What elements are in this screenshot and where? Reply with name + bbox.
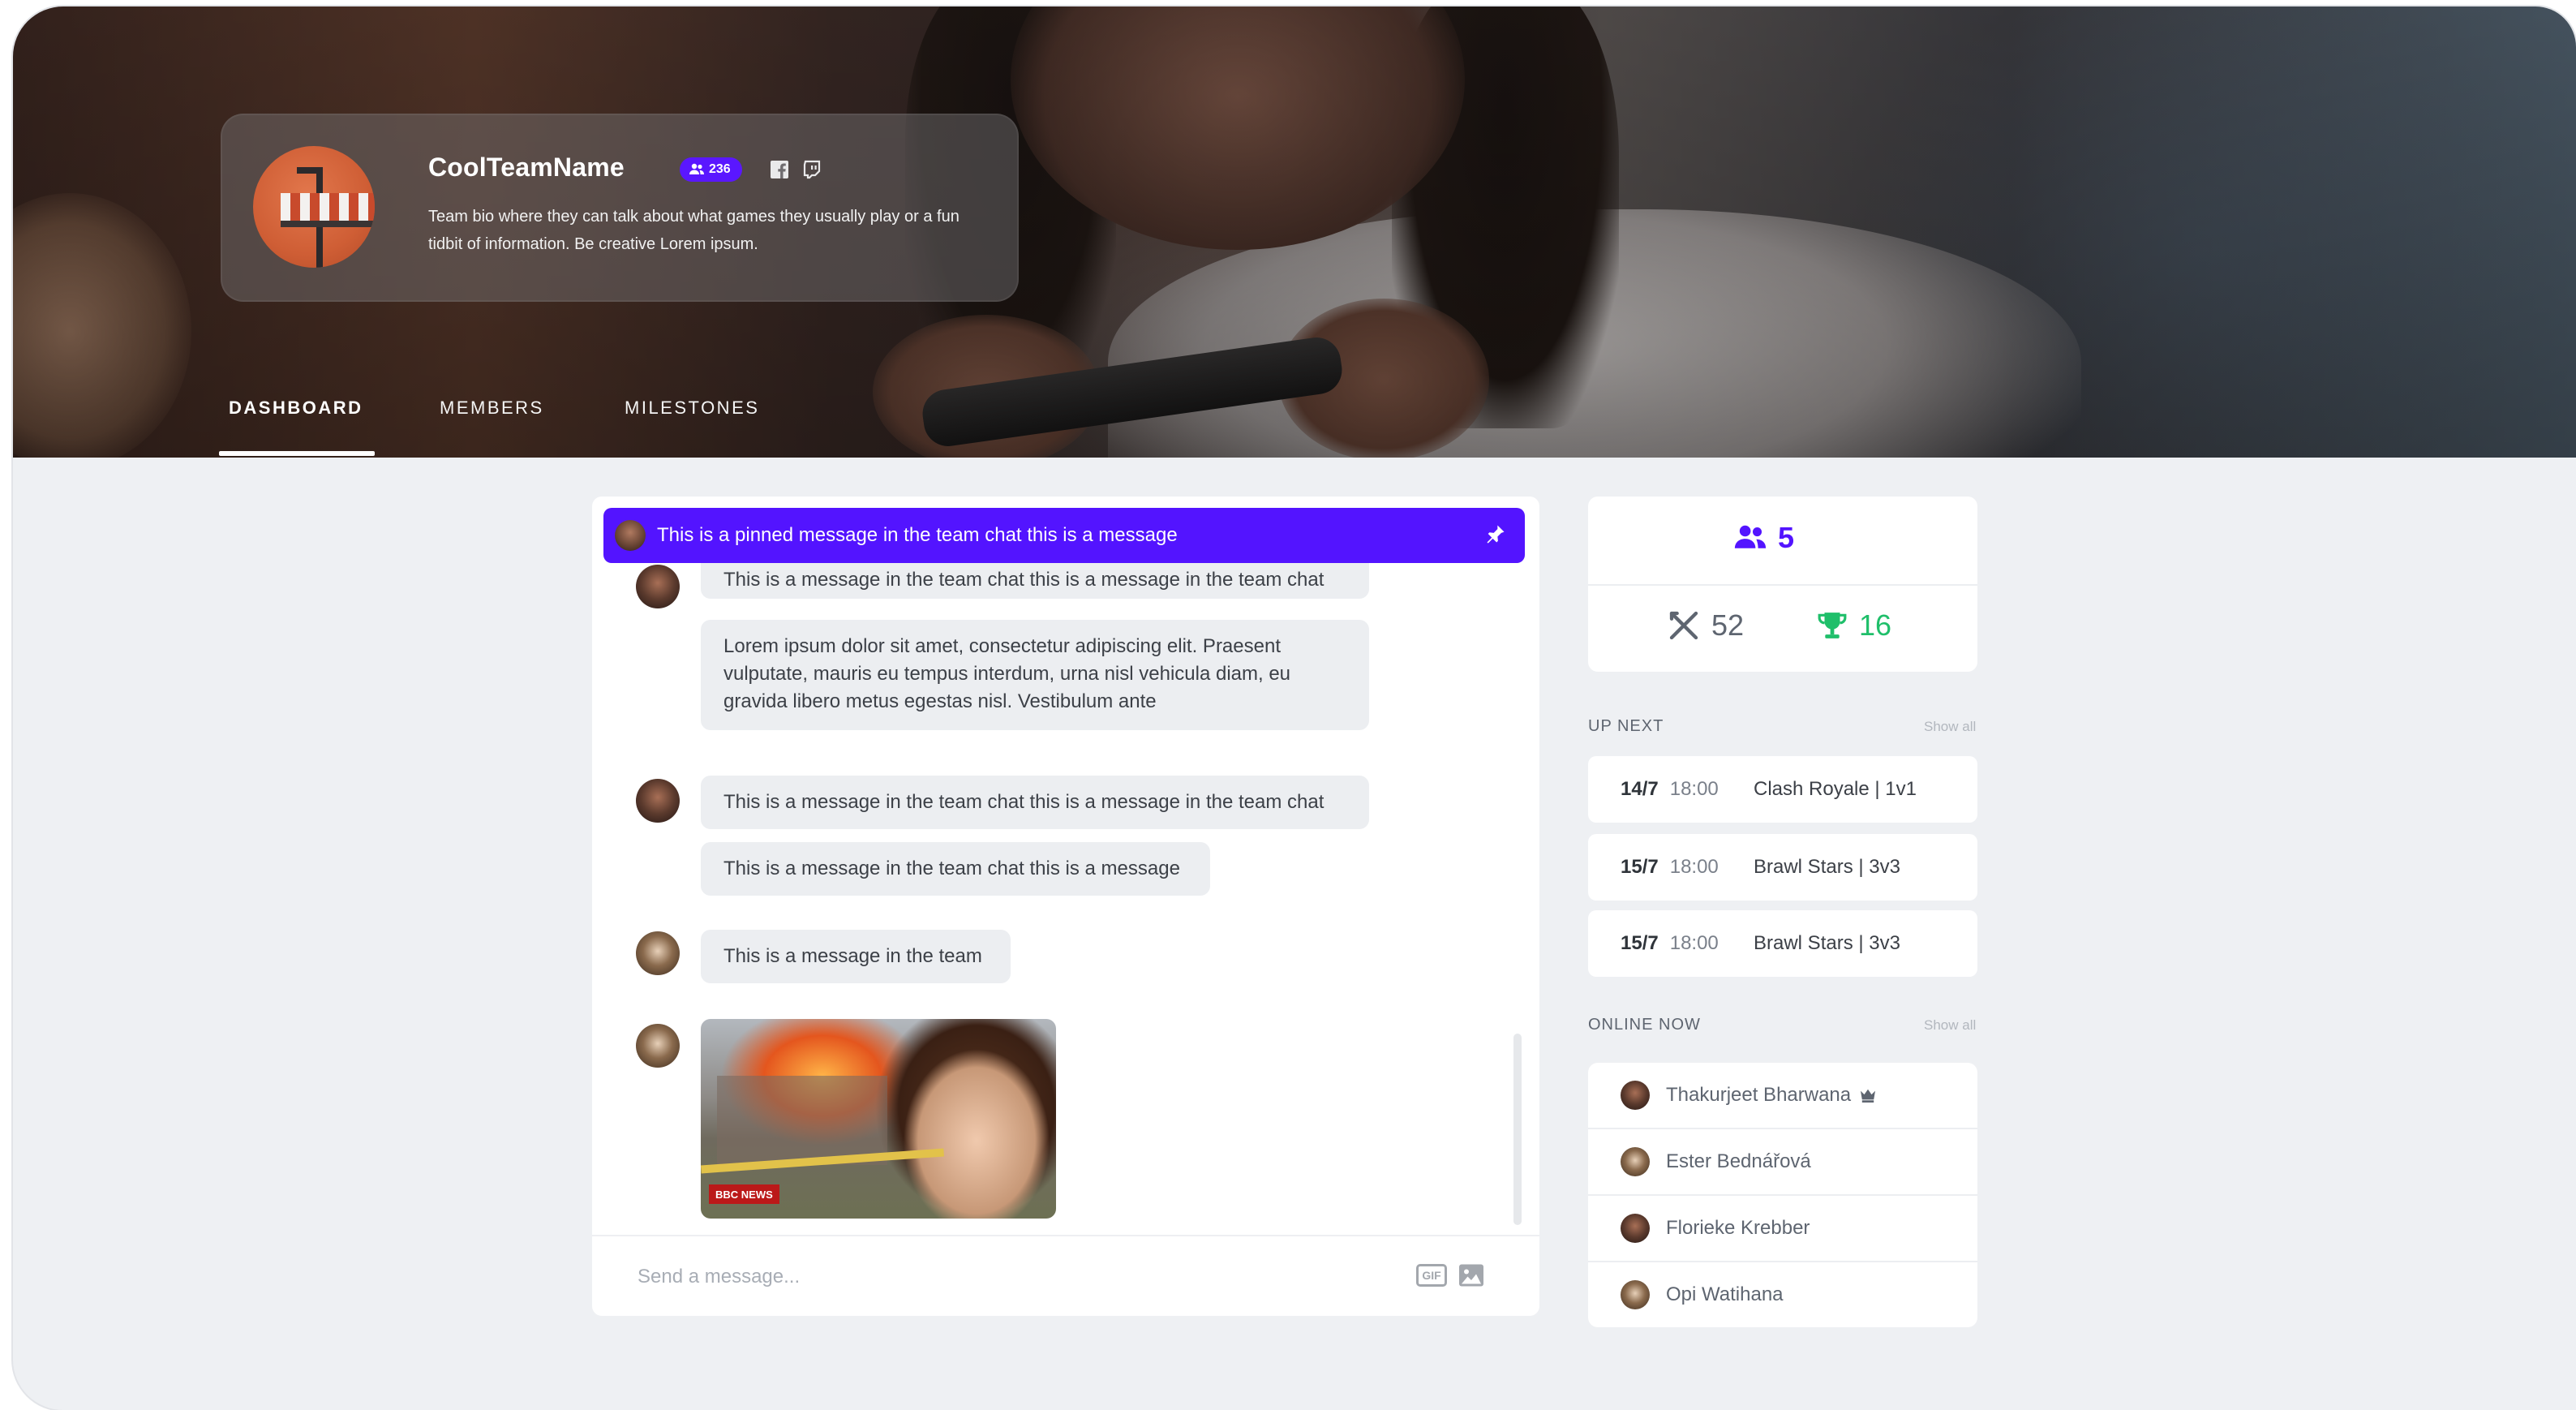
match-game: Brawl Stars | 3v3: [1754, 856, 1900, 878]
online-user[interactable]: Ester Bednářová: [1588, 1129, 1977, 1194]
online-user[interactable]: Opi Watihana: [1588, 1262, 1977, 1327]
active-tab-indicator: [219, 451, 375, 456]
wins-stat-value: 16: [1859, 608, 1892, 642]
avatar: [1621, 1214, 1650, 1243]
team-avatar: [253, 146, 375, 268]
avatar: [1621, 1280, 1650, 1309]
member-count-badge: 236: [680, 157, 742, 182]
team-stats-card: 5 52 16: [1588, 497, 1977, 672]
matches-stat: 52: [1668, 608, 1744, 643]
avatar: [615, 520, 646, 551]
crossed-swords-icon: [1669, 611, 1698, 640]
chat-message: This is a message in the team: [701, 930, 1011, 983]
message-input[interactable]: [636, 1256, 1369, 1298]
matches-stat-value: 52: [1711, 608, 1745, 642]
avatar: [1621, 1081, 1650, 1110]
online-user[interactable]: Florieke Krebber: [1588, 1196, 1977, 1261]
chat-message: This is a message in the team chat this …: [701, 563, 1369, 599]
team-name: CoolTeamName: [428, 153, 625, 182]
composer-divider: [592, 1235, 1539, 1236]
team-chat-panel: This is a pinned message in the team cha…: [592, 497, 1539, 1316]
online-now-show-all-link[interactable]: Show all: [1924, 1017, 1976, 1034]
facebook-icon[interactable]: [769, 159, 790, 180]
online-user-name: Thakurjeet Bharwana: [1666, 1084, 1852, 1106]
users-icon: [1734, 525, 1767, 548]
team-banner: CoolTeamName 236 Team bio where they can…: [13, 6, 2576, 458]
tab-milestones[interactable]: MILESTONES: [625, 398, 759, 419]
match-time: 18:00: [1669, 856, 1719, 878]
team-info-card: CoolTeamName 236 Team bio where they can…: [221, 114, 1019, 302]
avatar[interactable]: [636, 931, 680, 975]
chat-scrollbar[interactable]: [1513, 1034, 1522, 1225]
up-next-heading: UP NEXT: [1588, 717, 1664, 735]
wins-stat: 16: [1817, 608, 1891, 643]
online-now-heading: ONLINE NOW: [1588, 1016, 1701, 1034]
pinned-message[interactable]: This is a pinned message in the team cha…: [603, 508, 1525, 563]
match-time: 18:00: [1669, 778, 1719, 800]
app-frame: CoolTeamName 236 Team bio where they can…: [13, 6, 2576, 1410]
chat-message-text: This is a message in the team: [723, 945, 982, 967]
stats-divider: [1588, 584, 1977, 586]
pinned-message-text: This is a pinned message in the team cha…: [657, 524, 1178, 546]
pin-icon[interactable]: [1484, 522, 1507, 545]
match-date: 15/7: [1621, 932, 1659, 954]
avatar[interactable]: [636, 1024, 680, 1068]
match-date: 15/7: [1621, 856, 1659, 878]
twitch-icon[interactable]: [801, 159, 822, 180]
upcoming-match[interactable]: 15/7 18:00 Brawl Stars | 3v3: [1588, 910, 1977, 977]
tab-dashboard[interactable]: DASHBOARD: [229, 398, 363, 419]
chat-message-text: This is a message in the team chat this …: [723, 569, 1324, 591]
chat-image-message[interactable]: BBC NEWS: [701, 1019, 1056, 1219]
chat-message: This is a message in the team chat this …: [701, 842, 1210, 896]
match-date: 14/7: [1621, 778, 1659, 800]
online-users-list: Thakurjeet Bharwana Ester Bednářová Flor…: [1588, 1063, 1977, 1327]
online-user-name: Ester Bednářová: [1666, 1150, 1811, 1172]
gif-button[interactable]: GIF: [1416, 1264, 1447, 1287]
avatar[interactable]: [636, 779, 680, 823]
avatar: [1621, 1147, 1650, 1176]
crown-icon: [1861, 1089, 1876, 1103]
members-stat-value: 5: [1778, 521, 1795, 554]
members-stat: 5: [1734, 521, 1794, 555]
upcoming-match[interactable]: 15/7 18:00 Brawl Stars | 3v3: [1588, 834, 1977, 901]
bbc-news-logo: BBC NEWS: [709, 1184, 779, 1204]
trophy-icon: [1818, 613, 1847, 638]
match-game: Clash Royale | 1v1: [1754, 778, 1917, 800]
avatar[interactable]: [636, 565, 680, 608]
upcoming-match[interactable]: 14/7 18:00 Clash Royale | 1v1: [1588, 756, 1977, 823]
chat-message-text: Lorem ipsum dolor sit amet, consectetur …: [723, 635, 1291, 712]
chat-message-text: This is a message in the team chat this …: [723, 791, 1324, 813]
member-count: 236: [709, 162, 731, 176]
team-bio: Team bio where they can talk about what …: [428, 208, 960, 253]
users-icon: [689, 163, 704, 174]
match-time: 18:00: [1669, 932, 1719, 954]
chat-message-text: This is a message in the team chat this …: [723, 858, 1180, 879]
image-upload-icon[interactable]: [1457, 1261, 1486, 1290]
tab-members[interactable]: MEMBERS: [440, 398, 544, 419]
up-next-show-all-link[interactable]: Show all: [1924, 719, 1976, 735]
online-user[interactable]: Thakurjeet Bharwana: [1588, 1063, 1977, 1128]
online-user-name: Florieke Krebber: [1666, 1217, 1810, 1239]
chat-message: Lorem ipsum dolor sit amet, consectetur …: [701, 620, 1369, 730]
online-user-name: Opi Watihana: [1666, 1283, 1784, 1305]
match-game: Brawl Stars | 3v3: [1754, 932, 1900, 954]
chat-message: This is a message in the team chat this …: [701, 776, 1369, 829]
